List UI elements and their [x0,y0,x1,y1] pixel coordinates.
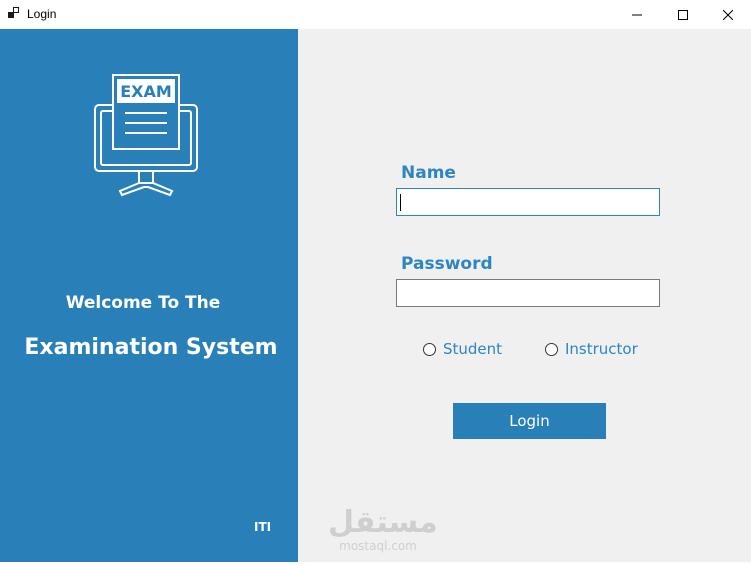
system-title: Examination System [24,335,278,360]
name-input[interactable] [396,188,660,216]
watermark-latin: mostaql.com [339,539,417,553]
exam-monitor-icon: EXAM [94,74,198,197]
welcome-text: Welcome To The [65,293,221,313]
radio-circle[interactable] [545,342,558,356]
password-input[interactable] [396,279,660,307]
password-label: Password [401,254,493,274]
watermark-arabic: مستقل [328,505,438,540]
minimize-button[interactable] [614,0,660,29]
exam-logo-text: EXAM [120,82,172,101]
text-caret [400,194,401,211]
instructor-radio[interactable]: Instructor [545,340,638,358]
radio-circle[interactable] [423,342,436,356]
student-radio-label[interactable]: Student [443,340,502,358]
close-icon [723,9,733,20]
window-title: Login [27,7,57,21]
minimize-icon [632,14,642,15]
maximize-button[interactable] [660,0,706,29]
welcome-panel: EXAM Welcome To The Examination System I… [0,29,298,562]
name-label: Name [401,163,456,183]
org-label: ITI [254,520,272,534]
login-form-panel: Name Password Student Instructor Login م… [298,29,751,562]
close-button[interactable] [705,0,751,29]
app-icon [8,7,19,18]
student-radio[interactable]: Student [423,340,502,358]
login-button[interactable]: Login [453,403,606,439]
instructor-radio-label[interactable]: Instructor [565,340,638,358]
maximize-icon [678,9,688,20]
watermark: مستقل mostaql.com [328,505,438,554]
title-bar: Login [0,0,751,29]
